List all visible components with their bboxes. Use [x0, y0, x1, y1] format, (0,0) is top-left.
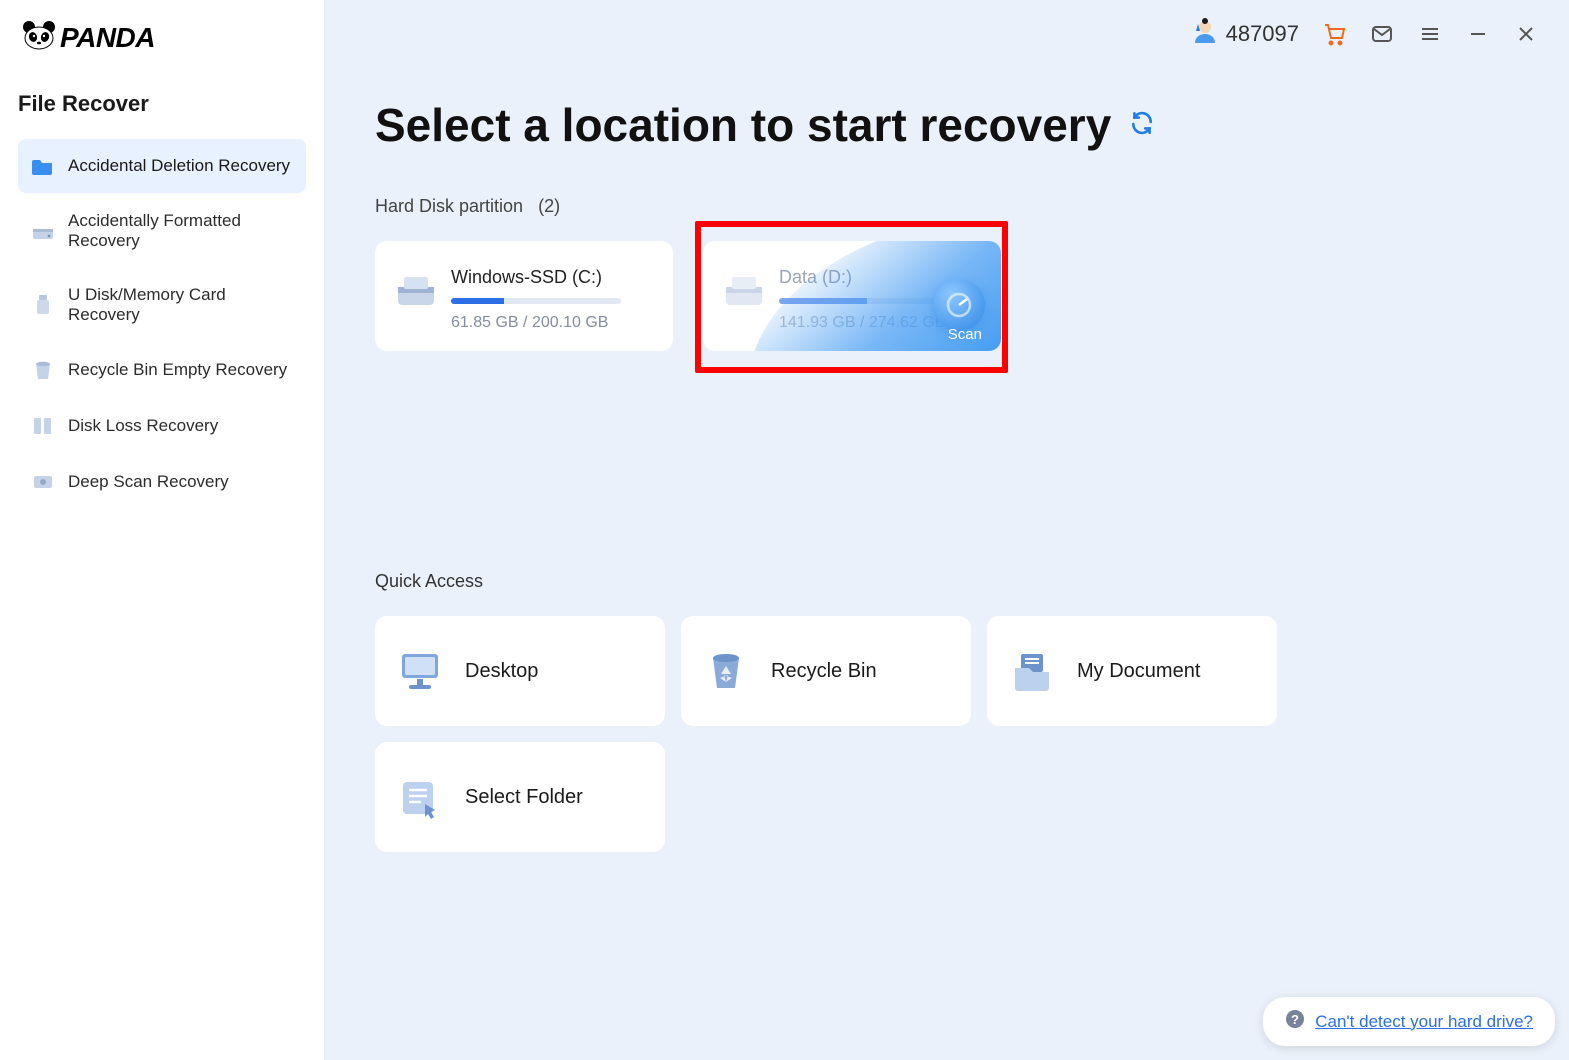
panda-icon — [22, 20, 56, 55]
refresh-icon[interactable] — [1129, 110, 1155, 141]
book-icon — [32, 415, 54, 437]
quick-access-title: Quick Access — [375, 571, 1519, 592]
quick-card-my-document[interactable]: My Document — [987, 616, 1277, 726]
document-folder-icon — [1009, 648, 1055, 694]
sidebar-item-accidental-deletion[interactable]: Accidental Deletion Recovery — [18, 139, 306, 193]
partitions-count: (2) — [538, 196, 560, 216]
sidebar-item-recycle-bin-recovery[interactable]: Recycle Bin Empty Recovery — [18, 343, 306, 397]
help-link[interactable]: Can't detect your hard drive? — [1315, 1012, 1533, 1032]
brand-name: PANDA — [60, 22, 155, 54]
recycle-bin-icon — [703, 648, 749, 694]
sidebar-item-deep-scan-recovery[interactable]: Deep Scan Recovery — [18, 455, 306, 509]
bin-icon — [32, 359, 54, 381]
desktop-icon — [397, 648, 443, 694]
topbar: 487097 — [1192, 18, 1539, 50]
sidebar-item-label: U Disk/Memory Card Recovery — [68, 285, 292, 325]
scan-label: Scan — [948, 326, 982, 343]
main-panel: 487097 Select a location to start recove… — [325, 0, 1569, 1060]
partitions-label: Hard Disk partition — [375, 196, 523, 216]
quick-card-select-folder[interactable]: Select Folder — [375, 742, 665, 852]
sidebar-item-label: Recycle Bin Empty Recovery — [68, 360, 287, 380]
cart-icon[interactable] — [1321, 21, 1347, 47]
mail-icon[interactable] — [1369, 21, 1395, 47]
partitions-subheader: Hard Disk partition (2) — [375, 196, 1519, 217]
partition-card-d[interactable]: Data (D:) 141.93 GB / 274.62 GB Scan — [703, 241, 1001, 351]
partition-usage-bar — [451, 298, 621, 304]
usb-icon — [32, 294, 54, 316]
sidebar: PANDA File Recover Accidental Deletion R… — [0, 0, 325, 1060]
brand-logo: PANDA — [0, 0, 324, 73]
menu-icon[interactable] — [1417, 21, 1443, 47]
hdd-icon — [395, 269, 437, 311]
partition-card-c[interactable]: Windows-SSD (C:) 61.85 GB / 200.10 GB — [375, 241, 673, 351]
quick-label: Recycle Bin — [771, 660, 877, 683]
partition-usage-label: 61.85 GB / 200.10 GB — [451, 314, 653, 332]
scanner-icon — [32, 471, 54, 493]
quick-label: Select Folder — [465, 786, 583, 809]
sidebar-item-label: Deep Scan Recovery — [68, 472, 229, 492]
sidebar-item-label: Disk Loss Recovery — [68, 416, 218, 436]
partitions-row: Windows-SSD (C:) 61.85 GB / 200.10 GB Da… — [375, 241, 1519, 351]
folder-icon — [32, 155, 54, 177]
sidebar-section-title: File Recover — [0, 73, 324, 139]
select-folder-icon — [397, 774, 443, 820]
drive-icon — [32, 220, 54, 242]
close-icon[interactable] — [1513, 21, 1539, 47]
sidebar-item-disk-loss-recovery[interactable]: Disk Loss Recovery — [18, 399, 306, 453]
user-id: 487097 — [1226, 21, 1299, 47]
quick-label: Desktop — [465, 660, 538, 683]
sidebar-item-label: Accidental Deletion Recovery — [68, 156, 290, 176]
hdd-icon — [723, 269, 765, 311]
quick-access-grid: Desktop Recycle Bin My Document Select F… — [375, 616, 1519, 852]
help-icon: ? — [1285, 1009, 1305, 1034]
sidebar-item-formatted-recovery[interactable]: Accidentally Formatted Recovery — [18, 195, 306, 267]
sidebar-nav: Accidental Deletion Recovery Accidentall… — [0, 139, 324, 509]
sidebar-item-label: Accidentally Formatted Recovery — [68, 211, 292, 251]
sidebar-item-udisk-recovery[interactable]: U Disk/Memory Card Recovery — [18, 269, 306, 341]
minimize-icon[interactable] — [1465, 21, 1491, 47]
quick-card-recycle-bin[interactable]: Recycle Bin — [681, 616, 971, 726]
avatar-icon — [1192, 18, 1218, 50]
svg-text:?: ? — [1291, 1012, 1299, 1027]
help-widget[interactable]: ? Can't detect your hard drive? — [1263, 997, 1555, 1046]
partition-usage-bar — [779, 298, 949, 304]
quick-card-desktop[interactable]: Desktop — [375, 616, 665, 726]
page-title: Select a location to start recovery — [375, 98, 1111, 152]
partition-name: Windows-SSD (C:) — [451, 267, 653, 288]
quick-label: My Document — [1077, 660, 1200, 683]
scan-button[interactable] — [933, 279, 985, 331]
user-badge[interactable]: 487097 — [1192, 18, 1299, 50]
